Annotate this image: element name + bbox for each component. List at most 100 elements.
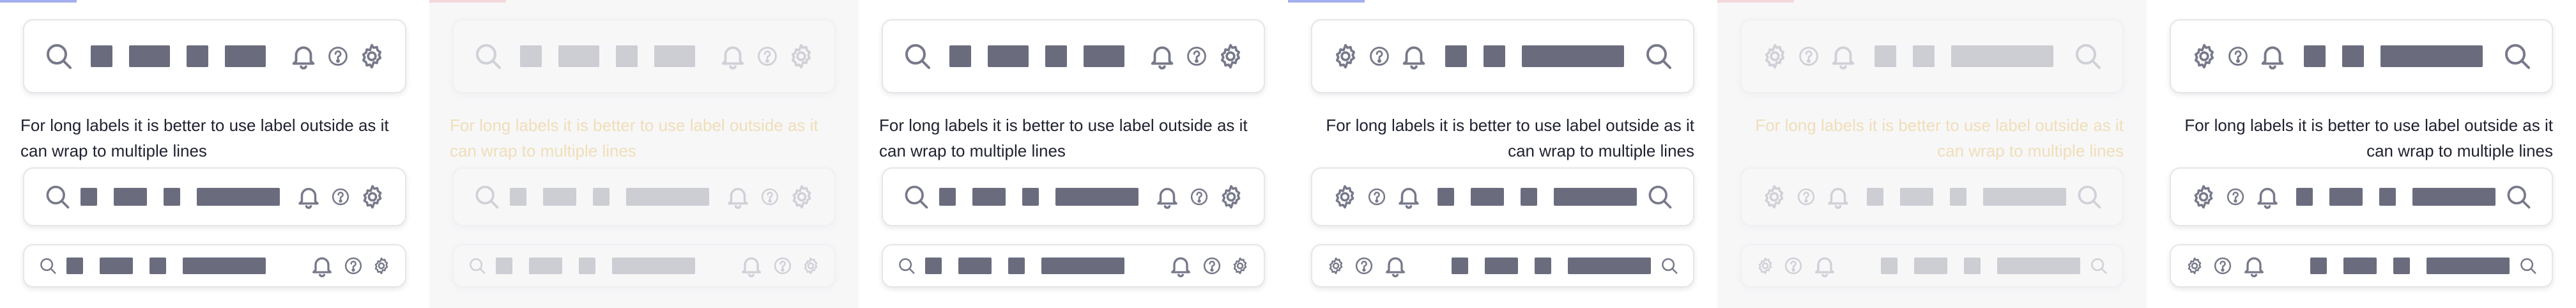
placeholder-block: [1055, 188, 1138, 206]
toolbar-medium: [882, 167, 1265, 226]
toolbar-large: [23, 19, 406, 93]
accent-bar: [429, 0, 506, 3]
placeholder-block: [972, 188, 1006, 206]
search-icon[interactable]: [43, 41, 74, 72]
toolbar-small: [2170, 244, 2553, 288]
search-icon[interactable]: [897, 256, 916, 275]
long-label-note: For long labels it is better to use labe…: [1755, 116, 2124, 160]
bell-icon: [1828, 42, 1858, 71]
placeholder-block: [1535, 258, 1551, 274]
long-label-note: For long labels it is better to use labe…: [2184, 116, 2553, 160]
placeholder-block: [1008, 258, 1025, 274]
bell-icon[interactable]: [309, 253, 335, 279]
search-icon[interactable]: [2504, 183, 2533, 211]
bell-icon: [718, 42, 747, 71]
help-circle-icon[interactable]: [344, 256, 363, 275]
search-icon: [2075, 183, 2103, 211]
bell-icon[interactable]: [1154, 183, 1181, 210]
placeholder-block: [558, 45, 599, 67]
placeholder-block: [1900, 188, 1933, 206]
gear-icon[interactable]: [1216, 42, 1245, 70]
search-icon[interactable]: [902, 41, 933, 72]
placeholder-block: [939, 188, 956, 206]
placeholder-block: [616, 45, 638, 67]
placeholder-block: [1913, 45, 1935, 67]
help-circle-icon[interactable]: [1354, 256, 1374, 275]
help-circle-icon[interactable]: [2227, 45, 2249, 67]
bell-icon[interactable]: [2241, 253, 2267, 279]
help-circle-icon[interactable]: [2226, 187, 2245, 206]
gear-icon[interactable]: [2185, 256, 2204, 275]
placeholder-block: [654, 45, 695, 67]
search-icon[interactable]: [1643, 41, 1674, 72]
bell-icon[interactable]: [1383, 253, 1408, 279]
placeholder-block: [2296, 188, 2313, 206]
placeholder-block: [197, 188, 280, 206]
gear-icon[interactable]: [1326, 256, 1346, 275]
bell-icon[interactable]: [1399, 42, 1429, 71]
help-circle-icon[interactable]: [1190, 187, 1209, 206]
variant-panel-rtl-default-2: For long labels it is better to use labe…: [2147, 0, 2576, 308]
bell-icon[interactable]: [289, 42, 318, 71]
placeholder-block: [2304, 45, 2326, 67]
gear-icon[interactable]: [1230, 256, 1250, 275]
placeholder-block: [1874, 45, 1896, 67]
help-circle-icon: [760, 187, 779, 206]
search-icon[interactable]: [2502, 41, 2533, 72]
help-circle-icon[interactable]: [331, 187, 350, 206]
long-label-note: For long labels it is better to use labe…: [1326, 116, 1694, 160]
gear-icon[interactable]: [2190, 42, 2218, 70]
placeholder-block: [2343, 258, 2377, 274]
placeholder-block: [100, 258, 133, 274]
help-circle-icon[interactable]: [1367, 187, 1386, 206]
help-circle-icon[interactable]: [1202, 256, 1222, 275]
gear-icon[interactable]: [358, 42, 386, 70]
help-circle-icon[interactable]: [1368, 45, 1390, 67]
gear-icon[interactable]: [1331, 183, 1358, 210]
placeholder-block: [66, 258, 83, 274]
search-icon[interactable]: [902, 183, 930, 211]
help-circle-icon[interactable]: [327, 45, 349, 67]
gear-icon[interactable]: [372, 256, 391, 275]
placeholder-block: [2412, 188, 2496, 206]
gear-icon[interactable]: [359, 183, 386, 210]
bell-icon[interactable]: [2258, 42, 2287, 71]
placeholder-block: [1964, 258, 1981, 274]
placeholder-block: [1041, 258, 1124, 274]
search-icon[interactable]: [1646, 183, 1674, 211]
help-circle-icon: [1797, 187, 1816, 206]
placeholder-block: [2426, 258, 2510, 274]
gear-icon: [788, 183, 815, 210]
bell-icon[interactable]: [1168, 253, 1193, 279]
placeholder-block: [2310, 258, 2327, 274]
search-icon: [2073, 41, 2103, 72]
placeholder-block: [2342, 45, 2364, 67]
placeholder-block: [91, 45, 112, 67]
search-icon[interactable]: [2518, 256, 2538, 275]
placeholder-block: [958, 258, 992, 274]
search-icon[interactable]: [43, 183, 72, 211]
bell-icon[interactable]: [1395, 183, 1422, 210]
gear-icon: [801, 256, 820, 275]
long-label-note: For long labels it is better to use labe…: [879, 116, 1248, 160]
placeholder-block: [187, 45, 208, 67]
placeholder-block: [496, 258, 512, 274]
help-circle-icon[interactable]: [2213, 256, 2232, 275]
placeholder-block: [1881, 258, 1897, 274]
bell-icon[interactable]: [295, 183, 322, 210]
search-icon: [468, 256, 487, 275]
gear-icon[interactable]: [2190, 183, 2217, 210]
gear-icon[interactable]: [1218, 183, 1245, 210]
bell-icon[interactable]: [1147, 42, 1177, 71]
gear-icon[interactable]: [1331, 42, 1360, 70]
placeholder-block: [2329, 188, 2363, 206]
help-circle-icon[interactable]: [1186, 45, 1208, 67]
placeholder-block: [129, 45, 170, 67]
search-icon: [473, 183, 501, 211]
search-icon[interactable]: [1660, 256, 1679, 275]
search-icon[interactable]: [38, 256, 57, 275]
accent-bar: [0, 0, 77, 3]
toolbar-medium: [23, 167, 406, 226]
toolbar-small: [1740, 244, 2124, 288]
bell-icon[interactable]: [2254, 183, 2281, 210]
